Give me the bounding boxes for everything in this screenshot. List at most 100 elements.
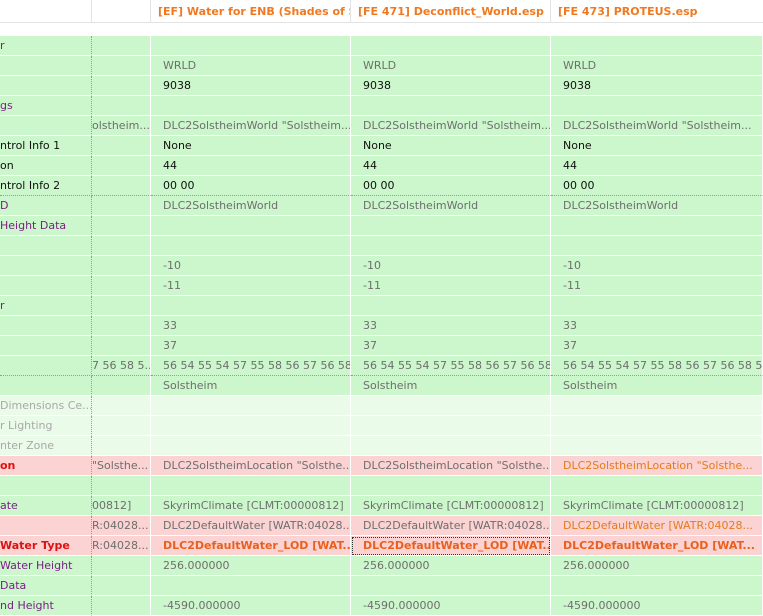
value-cell[interactable]: 56 54 55 54 57 55 58 56 57 56 58 5... — [151, 356, 351, 376]
record-row[interactable]: -10 -10 -10 — [0, 256, 763, 276]
value-cell[interactable]: Solstheim — [151, 376, 351, 396]
focused-value-cell[interactable]: DLC2DefaultWater_LOD [WAT... — [351, 536, 551, 556]
value-cell[interactable]: 33 — [151, 316, 351, 336]
value-cell[interactable] — [151, 476, 351, 496]
value-cell[interactable] — [92, 316, 151, 336]
value-cell[interactable]: DLC2SolstheimWorld "Solstheim... — [151, 116, 351, 136]
record-row[interactable]: r — [0, 36, 763, 56]
record-row[interactable]: r Lighting — [0, 416, 763, 436]
value-cell[interactable]: 37 — [351, 336, 551, 356]
value-cell[interactable] — [92, 196, 151, 216]
record-row[interactable]: nter Zone — [0, 436, 763, 456]
value-cell[interactable]: 56 54 55 54 57 55 58 56 57 56 58 5... — [551, 356, 763, 376]
value-cell[interactable] — [92, 96, 151, 116]
value-cell[interactable]: 00 00 — [351, 176, 551, 196]
value-cell[interactable]: SkyrimClimate [CLMT:00000812] — [551, 496, 763, 516]
record-row[interactable]: -11 -11 -11 — [0, 276, 763, 296]
value-cell[interactable] — [351, 96, 551, 116]
record-row[interactable]: nd Height -4590.000000 -4590.000000 -4590.0… — [0, 596, 763, 616]
value-cell[interactable]: SkyrimClimate [CLMT:00000812] — [151, 496, 351, 516]
value-cell[interactable] — [92, 596, 151, 616]
value-cell[interactable]: 37 — [551, 336, 763, 356]
value-cell[interactable]: olstheim... — [92, 116, 151, 136]
value-cell[interactable]: 56 54 55 54 57 55 58 56 57 56 58 5... — [351, 356, 551, 376]
value-cell[interactable]: -4590.000000 — [151, 596, 351, 616]
value-cell[interactable]: DLC2DefaultWater [WATR:04028... — [151, 516, 351, 536]
value-cell[interactable] — [351, 436, 551, 456]
value-cell[interactable]: SkyrimClimate [CLMT:00000812] — [351, 496, 551, 516]
record-row[interactable]: Solstheim Solstheim Solstheim — [0, 376, 763, 396]
value-cell[interactable] — [351, 476, 551, 496]
value-cell[interactable] — [92, 416, 151, 436]
value-cell[interactable] — [351, 236, 551, 256]
value-cell[interactable] — [551, 96, 763, 116]
record-row[interactable]: Data — [0, 576, 763, 596]
value-cell[interactable]: WRLD — [351, 56, 551, 76]
value-cell[interactable] — [551, 396, 763, 416]
value-cell[interactable]: 33 — [351, 316, 551, 336]
column-header-plugin[interactable]: [EF] Water for ENB (Shades of S... — [151, 0, 351, 23]
value-cell[interactable]: DLC2DefaultWater_LOD [WAT... — [151, 536, 351, 556]
record-row[interactable]: Dimensions Ce... — [0, 396, 763, 416]
value-cell[interactable] — [351, 216, 551, 236]
value-cell[interactable]: 256.000000 — [551, 556, 763, 576]
value-cell[interactable]: 33 — [551, 316, 763, 336]
value-cell[interactable]: -10 — [351, 256, 551, 276]
record-row[interactable]: 9038 9038 9038 — [0, 76, 763, 96]
value-cell[interactable] — [92, 136, 151, 156]
value-cell[interactable]: WRLD — [151, 56, 351, 76]
value-cell[interactable]: 256.000000 — [351, 556, 551, 576]
value-cell[interactable]: DLC2SolstheimWorld — [351, 196, 551, 216]
value-cell[interactable] — [92, 556, 151, 576]
value-cell[interactable] — [351, 36, 551, 56]
value-cell[interactable]: DLC2SolstheimWorld "Solstheim... — [551, 116, 763, 136]
value-cell[interactable]: 44 — [151, 156, 351, 176]
column-header-blank[interactable] — [0, 0, 92, 23]
value-cell[interactable] — [151, 296, 351, 316]
value-cell[interactable]: 9038 — [151, 76, 351, 96]
value-cell[interactable]: DLC2SolstheimWorld "Solstheim... — [351, 116, 551, 136]
value-cell[interactable] — [92, 476, 151, 496]
value-cell[interactable] — [92, 76, 151, 96]
value-cell[interactable] — [92, 256, 151, 276]
record-row[interactable]: R:04028... DLC2DefaultWater [WATR:04028..… — [0, 516, 763, 536]
value-cell[interactable]: -4590.000000 — [351, 596, 551, 616]
value-cell[interactable] — [92, 216, 151, 236]
value-cell[interactable] — [151, 36, 351, 56]
value-cell[interactable]: DLC2SolstheimLocation "Solsthe... — [551, 456, 763, 476]
value-cell[interactable] — [551, 436, 763, 456]
value-cell[interactable]: WRLD — [551, 56, 763, 76]
value-cell[interactable] — [92, 176, 151, 196]
value-cell[interactable]: DLC2SolstheimWorld — [151, 196, 351, 216]
value-cell[interactable] — [151, 96, 351, 116]
record-row[interactable]: D DLC2SolstheimWorld DLC2SolstheimWorld DLC… — [0, 196, 763, 216]
value-cell[interactable]: 00 00 — [551, 176, 763, 196]
value-cell[interactable] — [92, 156, 151, 176]
record-row[interactable]: Water Height 256.000000 256.000000 256.0000… — [0, 556, 763, 576]
value-cell[interactable] — [351, 296, 551, 316]
value-cell[interactable]: R:04028... — [92, 516, 151, 536]
value-cell[interactable]: 9038 — [551, 76, 763, 96]
record-row[interactable]: on "Solsthe... DLC2SolstheimLocation "Sols… — [0, 456, 763, 476]
value-cell[interactable]: DLC2SolstheimLocation "Solsthe... — [351, 456, 551, 476]
record-row[interactable]: Water Type R:04028... DLC2DefaultWater_LOD… — [0, 536, 763, 556]
value-cell[interactable] — [351, 396, 551, 416]
record-row[interactable]: on 44 44 44 — [0, 156, 763, 176]
value-cell[interactable]: DLC2SolstheimWorld — [551, 196, 763, 216]
value-cell[interactable] — [551, 416, 763, 436]
record-row[interactable]: Height Data — [0, 216, 763, 236]
column-header-plugin[interactable]: [FE 473] PROTEUS.esp — [551, 0, 763, 23]
value-cell[interactable] — [92, 236, 151, 256]
value-cell[interactable]: DLC2DefaultWater_LOD [WAT... — [551, 536, 763, 556]
value-cell[interactable] — [92, 576, 151, 596]
value-cell[interactable]: 00 00 — [151, 176, 351, 196]
value-cell[interactable]: -11 — [151, 276, 351, 296]
record-row[interactable]: gs — [0, 96, 763, 116]
value-cell[interactable]: 7 56 58 5... — [92, 356, 151, 376]
value-cell[interactable]: 9038 — [351, 76, 551, 96]
value-cell[interactable]: Solstheim — [351, 376, 551, 396]
value-cell[interactable]: DLC2DefaultWater [WATR:04028... — [351, 516, 551, 536]
value-cell[interactable] — [151, 216, 351, 236]
value-cell[interactable] — [151, 396, 351, 416]
value-cell[interactable]: -10 — [551, 256, 763, 276]
